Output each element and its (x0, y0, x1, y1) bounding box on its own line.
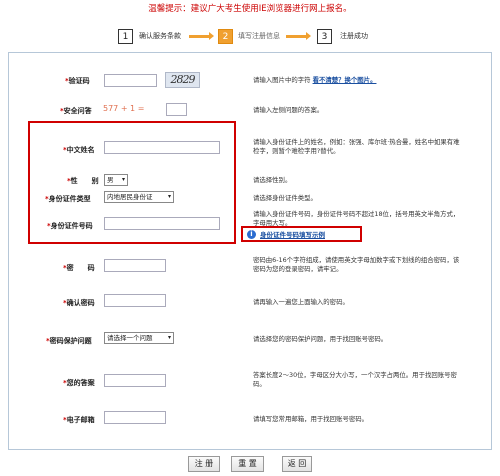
password-question-label: *密码保护问题 (46, 337, 92, 345)
id-number-hint: 请输入身份证件号码，身份证件号码不超过18位，括号用英文半角方式，字母用大写。 (253, 210, 460, 226)
chinese-name-hint: 请输入身份证件上的姓名，例如：张强、库尔班·热合曼，姓名中如果有难检字，则暂个难… (253, 138, 460, 155)
password-question-hint: 请选择您的密码保护问题，用于找回账号密码。 (253, 335, 388, 343)
step-2-number: 2 (218, 29, 233, 44)
email-label: *电子邮箱 (63, 416, 95, 424)
gender-hint: 请选择性别。 (253, 176, 292, 184)
security-question-text: 577 + 1 = (103, 104, 145, 113)
password-input[interactable] (104, 259, 166, 272)
step-3-label: 注册成功 (340, 32, 368, 40)
step-arrow-icon (286, 32, 311, 40)
step-2-label: 填写注册信息 (238, 32, 280, 40)
answer-label: *您的答案 (63, 379, 95, 387)
security-question-label: *安全问答 (60, 107, 92, 115)
password-hint: 密码由6-16个字符组成，请使用英文字母加数字或下划线的组合密码，该密码为您的登… (253, 256, 460, 273)
gender-select[interactable]: 男 ▾ (104, 174, 128, 186)
answer-hint: 答案长度2～30位，字母区分大小写，一个汉字占两位。用于找回账号密码。 (253, 371, 457, 388)
id-type-select[interactable]: 内地居民身份证 ▾ (104, 191, 174, 203)
chinese-name-input[interactable] (104, 141, 220, 154)
refresh-captcha-link[interactable]: 看不清楚？换个图片。 (313, 76, 377, 84)
chevron-down-icon: ▾ (167, 193, 171, 200)
back-button[interactable]: 返 回 (282, 456, 312, 472)
id-number-label: *身份证件号码 (47, 222, 93, 230)
step-arrow-icon (189, 32, 214, 40)
step-indicator: 1 确认服务条款 2 填写注册信息 3 注册成功 (0, 27, 500, 49)
security-answer-input[interactable] (166, 103, 187, 116)
id-type-hint: 请选择身份证件类型。 (253, 194, 317, 202)
captcha-input[interactable] (104, 74, 157, 87)
captcha-image[interactable]: 2829 (165, 72, 200, 88)
step-3-number: 3 (317, 29, 332, 44)
password-question-select[interactable]: 请选择一个问题 ▾ (104, 332, 174, 344)
captcha-hint: 请输入图片中的字符 看不清楚？换个图片。 (253, 76, 377, 84)
chinese-name-label: *中文姓名 (63, 146, 95, 154)
gender-label: *性 别 (67, 177, 99, 185)
captcha-label: *验证码 (65, 77, 90, 85)
notice-banner: 温馨提示：建议广大考生使用IE浏览器进行网上报名。 (148, 4, 352, 14)
register-button[interactable]: 注 册 (188, 456, 220, 472)
confirm-password-input[interactable] (104, 294, 166, 307)
step-1-label: 确认服务条款 (139, 32, 181, 40)
password-label: *密 码 (63, 264, 95, 272)
email-input[interactable] (104, 411, 166, 424)
id-number-example-link[interactable]: i 身份证件号码填写示例 (241, 226, 362, 242)
id-number-example-text[interactable]: 身份证件号码填写示例 (260, 229, 325, 239)
reset-button[interactable]: 重 置 (231, 456, 264, 472)
chevron-down-icon: ▾ (121, 176, 125, 183)
security-question-hint: 请输入左侧问题的答案。 (253, 106, 324, 114)
step-1-number: 1 (118, 29, 133, 44)
answer-input[interactable] (104, 374, 166, 387)
id-type-label: *身份证件类型 (45, 195, 91, 203)
email-hint: 请填写您常用邮箱，用于找回账号密码。 (253, 415, 369, 423)
id-number-input[interactable] (104, 217, 220, 230)
chevron-down-icon: ▾ (167, 334, 171, 341)
confirm-password-label: *确认密码 (63, 299, 95, 307)
confirm-password-hint: 请再输入一遍您上面输入的密码。 (253, 298, 349, 306)
info-icon: i (247, 230, 256, 239)
